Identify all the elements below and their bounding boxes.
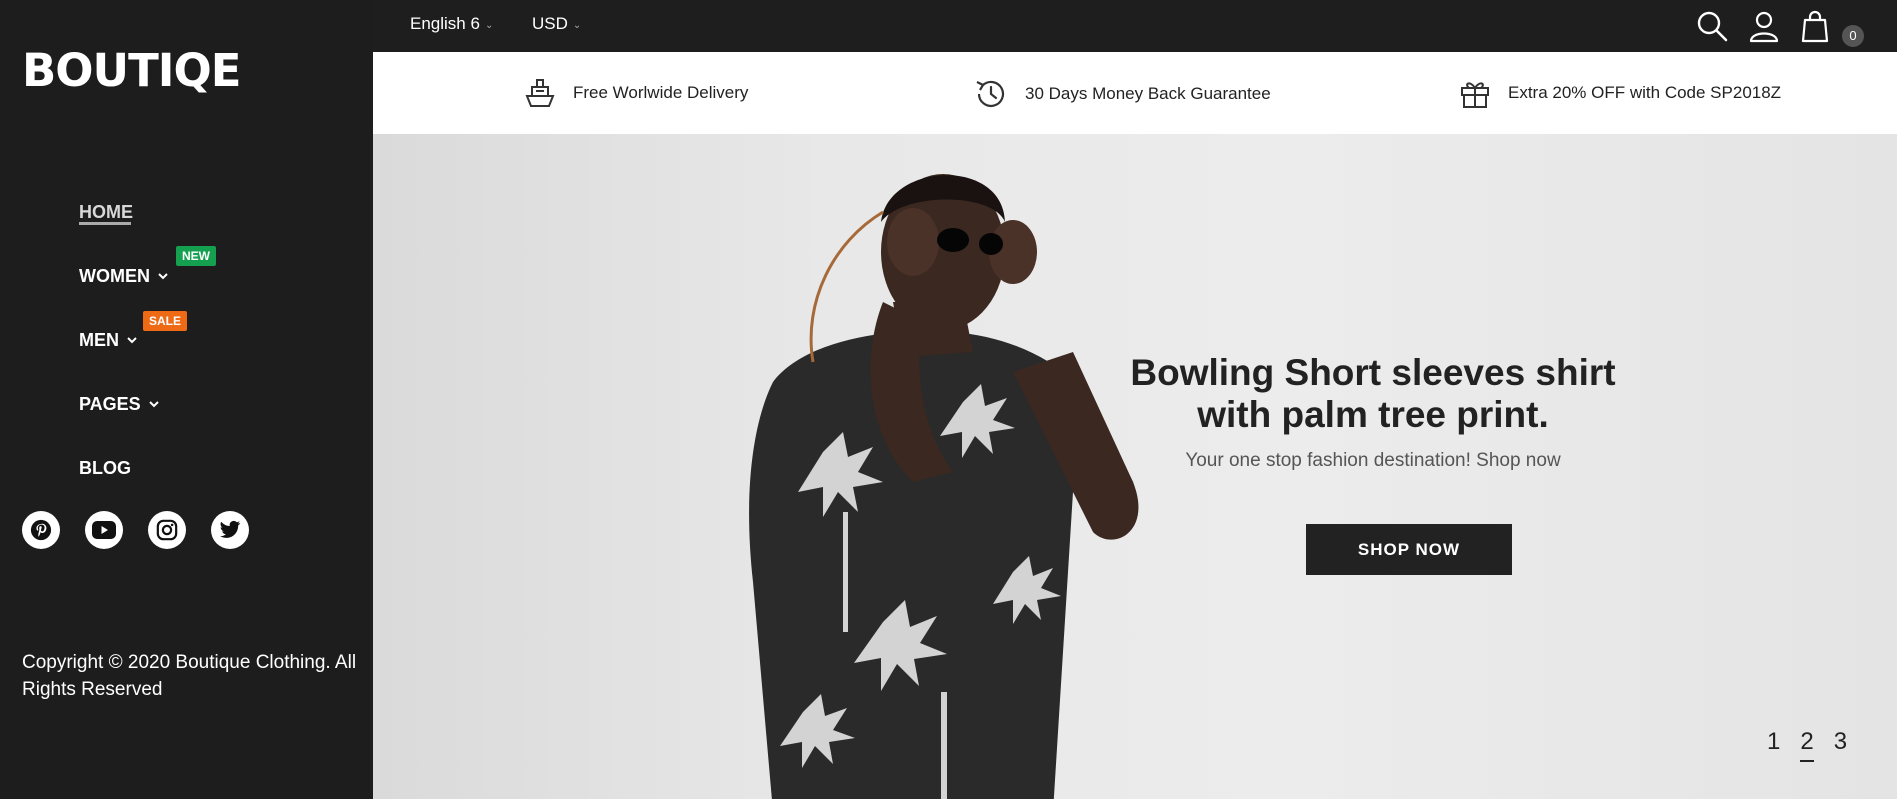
slider-pagination: 1 2 3	[1767, 728, 1847, 762]
shopping-bag-icon[interactable]	[1798, 9, 1832, 43]
top-bar: English 6 ⌄ USD ⌄ 0	[373, 0, 1897, 52]
nav-item-label: PAGES	[79, 393, 141, 414]
shop-now-button[interactable]: SHOP NOW	[1306, 524, 1512, 575]
copyright-text: Copyright © 2020 Boutique Clothing. All …	[22, 652, 357, 700]
pinterest-icon	[30, 519, 52, 541]
pinterest-link[interactable]	[22, 511, 60, 549]
nav-item-label: WOMEN	[79, 265, 150, 286]
gift-icon	[1461, 82, 1489, 108]
feature-text: Free Worlwide Delivery	[573, 83, 749, 102]
chevron-down-icon	[158, 273, 168, 280]
hero-title-line-2: with palm tree print.	[1197, 394, 1549, 435]
new-badge: NEW	[176, 246, 216, 266]
chevron-down-icon	[127, 337, 137, 344]
slide-page-2[interactable]: 2	[1800, 728, 1815, 762]
ship-icon	[525, 79, 555, 107]
hero-title: Bowling Short sleeves shirt with palm tr…	[1073, 352, 1673, 436]
youtube-icon	[92, 521, 116, 539]
chevron-down-icon	[148, 401, 159, 408]
nav-item-women[interactable]: WOMEN NEW	[79, 244, 216, 308]
feature-delivery: Free Worlwide Delivery	[523, 76, 748, 110]
hero-model-image	[749, 174, 1139, 799]
chevron-down-icon: ⌄	[484, 19, 494, 31]
instagram-icon	[156, 519, 178, 541]
social-links	[22, 511, 249, 549]
feature-discount: Extra 20% OFF with Code SP2018Z	[1458, 76, 1781, 110]
user-icon[interactable]	[1747, 9, 1781, 43]
nav-item-men[interactable]: MEN SALE	[79, 308, 188, 372]
hero-title-line-1: Bowling Short sleeves shirt	[1130, 352, 1616, 393]
nav-item-label: HOME	[79, 201, 133, 222]
nav-item-blog[interactable]: BLOG	[79, 436, 170, 500]
slide-page-3[interactable]: 3	[1834, 728, 1847, 756]
nav-item-label: BLOG	[79, 457, 131, 478]
feature-text: Extra 20% OFF with Code SP2018Z	[1508, 83, 1782, 102]
brand-logo[interactable]: BOUTIQE	[22, 44, 242, 97]
slide-page-1[interactable]: 1	[1767, 728, 1780, 756]
history-icon	[976, 80, 1005, 107]
main-nav: HOME WOMEN NEW MEN SALE PAGES BLOG	[79, 180, 216, 500]
feature-guarantee: 30 Days Money Back Guarantee	[973, 76, 1271, 112]
language-select[interactable]: English 6 ⌄	[410, 14, 493, 34]
currency-value: USD	[532, 14, 568, 33]
feature-strip: Free Worlwide Delivery 30 Days Money Bac…	[373, 52, 1897, 134]
twitter-link[interactable]	[211, 511, 249, 549]
hero-banner: Bowling Short sleeves shirt with palm tr…	[373, 134, 1897, 799]
youtube-link[interactable]	[85, 511, 123, 549]
nav-item-label: MEN	[79, 329, 119, 350]
hero-subtitle: Your one stop fashion destination! Shop …	[1185, 450, 1561, 471]
nav-item-pages[interactable]: PAGES	[79, 372, 170, 436]
sidebar: BOUTIQE HOME WOMEN NEW MEN SALE PAGES BL…	[0, 0, 373, 799]
nav-item-home[interactable]: HOME	[79, 180, 170, 244]
search-icon[interactable]	[1695, 9, 1729, 43]
feature-text: 30 Days Money Back Guarantee	[1025, 84, 1271, 103]
cart-count-badge: 0	[1842, 25, 1864, 47]
chevron-down-icon: ⌄	[572, 19, 582, 31]
twitter-icon	[219, 520, 241, 538]
sale-badge: SALE	[143, 311, 188, 331]
currency-select[interactable]: USD ⌄	[532, 14, 581, 34]
language-value: English 6	[410, 14, 480, 33]
instagram-link[interactable]	[148, 511, 186, 549]
